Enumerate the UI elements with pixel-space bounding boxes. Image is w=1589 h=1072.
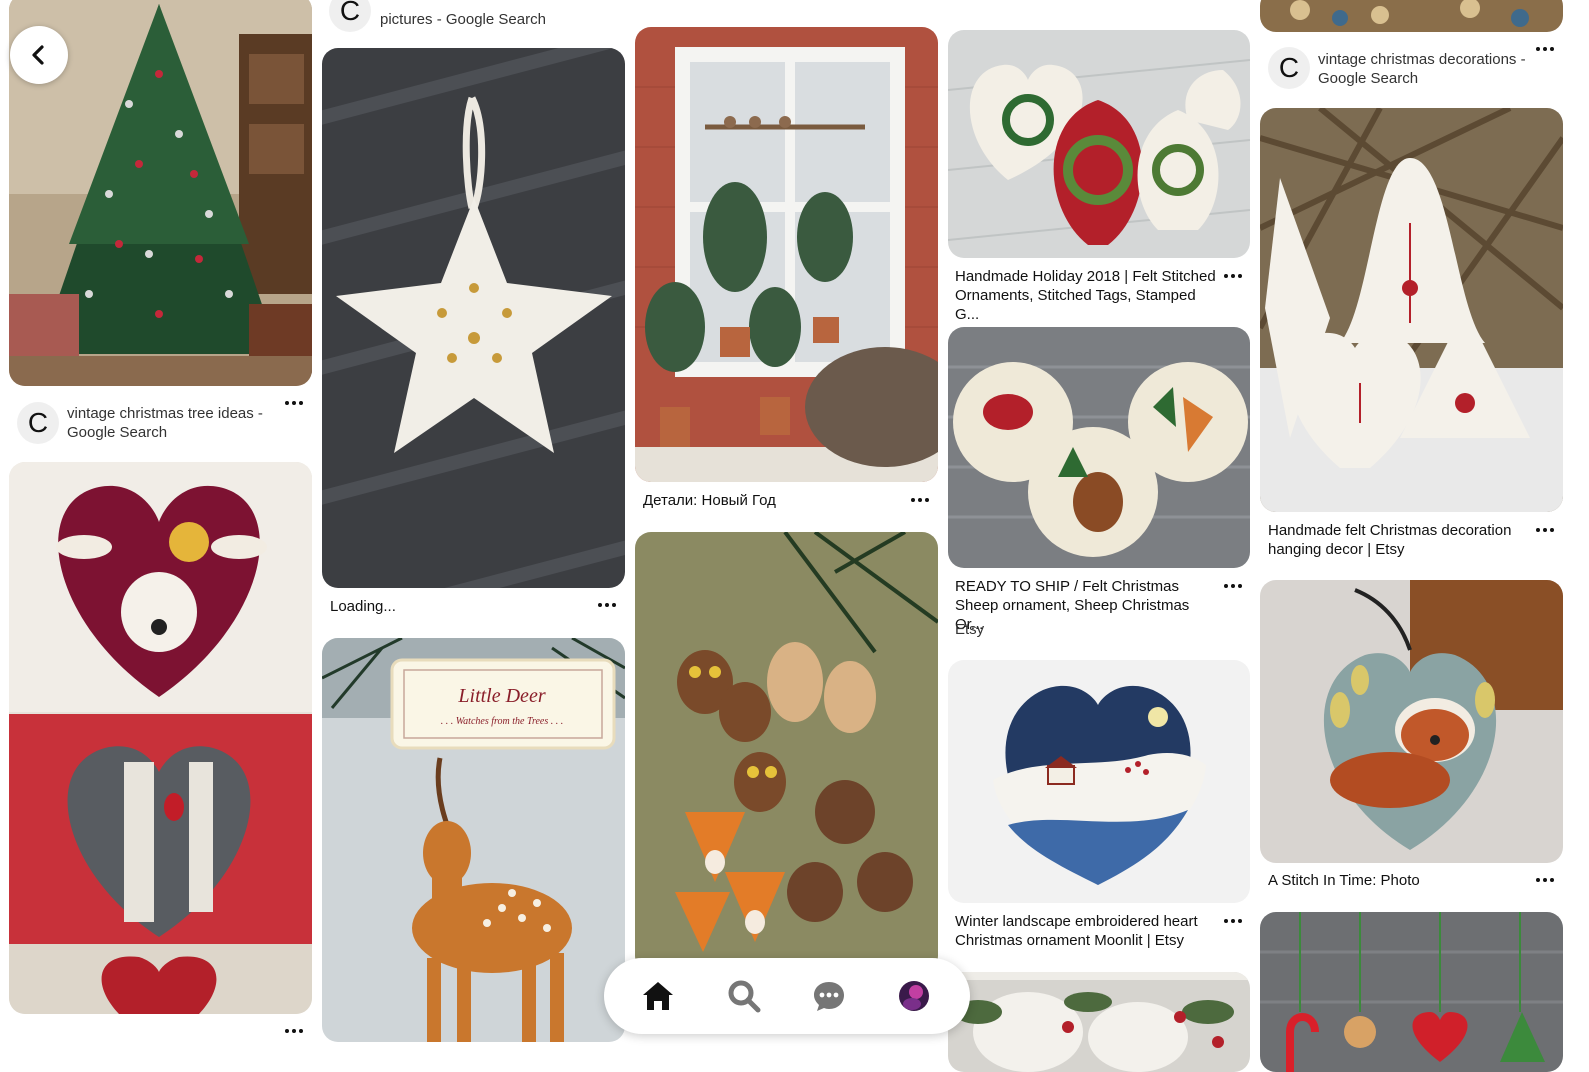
more-options-icon[interactable] <box>282 1024 306 1038</box>
home-icon <box>643 982 673 1010</box>
pin-image-snowflake-cookies[interactable] <box>948 972 1250 1072</box>
more-options-icon[interactable] <box>595 598 619 612</box>
back-button[interactable] <box>10 26 68 84</box>
more-options-icon[interactable] <box>908 493 932 507</box>
deer-label-main: Little Deer <box>457 685 545 707</box>
pin-image-moonlit-heart[interactable] <box>948 660 1250 903</box>
pin-image-felt-deer[interactable]: Little Deer . . . Watches from the Trees… <box>322 638 625 1042</box>
pin-image-felt-hanging-ornaments[interactable] <box>1260 912 1563 1072</box>
chevron-left-icon <box>32 45 44 65</box>
source-avatar[interactable]: C <box>17 402 59 444</box>
more-options-icon[interactable] <box>1533 42 1557 56</box>
bottom-navigation-bar <box>604 958 970 1034</box>
pin-source-title[interactable]: pictures - Google Search <box>380 10 590 29</box>
chat-bubble-icon <box>814 982 844 1011</box>
nav-profile-button[interactable] <box>894 976 934 1016</box>
nav-home-button[interactable] <box>638 976 678 1016</box>
pin-title[interactable]: Loading... <box>330 597 396 616</box>
avatar-icon <box>899 981 929 1011</box>
pin-image-felt-wreath-ornaments[interactable] <box>948 30 1250 258</box>
pin-source-title[interactable]: vintage christmas decorations - Google S… <box>1318 50 1528 88</box>
pin-title[interactable]: Handmade felt Christmas decoration hangi… <box>1268 521 1528 559</box>
more-options-icon[interactable] <box>1221 579 1245 593</box>
pin-title[interactable]: Handmade Holiday 2018 | Felt Stitched Or… <box>955 267 1220 324</box>
pin-title[interactable]: Детали: Новый Год <box>643 491 776 510</box>
source-avatar[interactable]: C <box>329 0 371 32</box>
more-options-icon[interactable] <box>1533 523 1557 537</box>
pin-image-vintage-decorations-top[interactable] <box>1260 0 1563 32</box>
pin-image-nordic-felt-decorations[interactable] <box>1260 108 1563 512</box>
pin-image-red-panda-heart[interactable] <box>1260 580 1563 863</box>
pin-title[interactable]: A Stitch In Time: Photo <box>1268 871 1420 890</box>
search-icon <box>728 980 761 1013</box>
pin-title[interactable]: READY TO SHIP / Felt Christmas Sheep orn… <box>955 577 1220 634</box>
deer-label-sub: . . . Watches from the Trees . . . <box>441 716 564 727</box>
pin-source-title[interactable]: vintage christmas tree ideas - Google Se… <box>67 404 277 442</box>
pin-source[interactable]: Etsy <box>955 620 984 639</box>
more-options-icon[interactable] <box>1533 873 1557 887</box>
more-options-icon[interactable] <box>1221 269 1245 283</box>
pin-title[interactable]: Winter landscape embroidered heart Chris… <box>955 912 1220 950</box>
pin-image-felt-star[interactable] <box>322 48 625 588</box>
pin-image-window-topiaries[interactable] <box>635 27 938 482</box>
nav-search-button[interactable] <box>724 976 764 1016</box>
more-options-icon[interactable] <box>1221 914 1245 928</box>
pin-image-felt-hearts[interactable] <box>9 462 312 1014</box>
source-avatar[interactable]: C <box>1268 47 1310 89</box>
pin-image-woodland-felt[interactable] <box>635 532 938 972</box>
pin-image-felt-animal-rounds[interactable] <box>948 327 1250 568</box>
nav-messages-button[interactable] <box>809 976 849 1016</box>
more-options-icon[interactable] <box>282 396 306 410</box>
